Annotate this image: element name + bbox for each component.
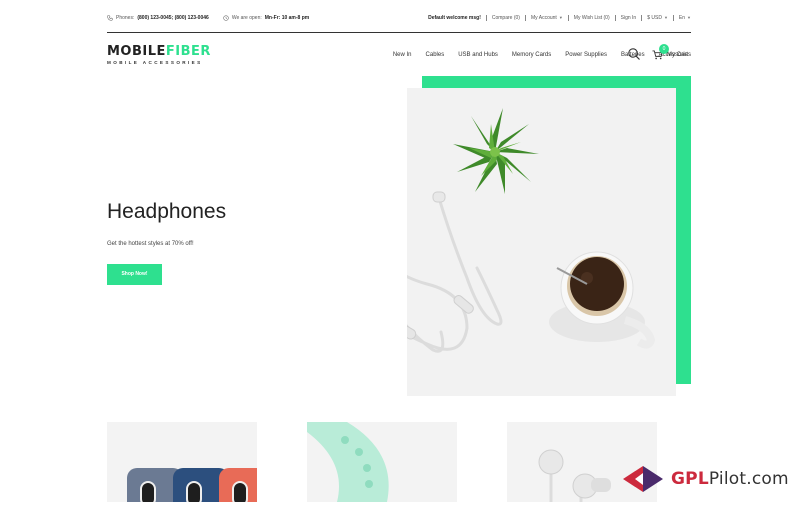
coffee-cup <box>549 251 656 349</box>
logo-part-1: MOBILE <box>107 44 166 59</box>
cart-label: My Cart <box>667 52 688 58</box>
divider <box>567 15 569 21</box>
logo-tagline: MOBILE ACCESSORIES <box>107 60 203 65</box>
category-card-watch-bands[interactable] <box>307 422 457 502</box>
hours-label: We are open: <box>231 15 262 21</box>
my-account-dropdown[interactable]: My Account ▼ <box>531 15 563 21</box>
top-utility-bar: Phones: (800) 123-0045; (800) 123-0046 W… <box>107 10 691 28</box>
logo-wordmark: MOBILEFIBER <box>107 45 211 58</box>
compare-link[interactable]: Compare (0) <box>492 15 520 21</box>
divider <box>485 15 487 21</box>
shop-now-button[interactable]: Shop Now! <box>107 264 162 285</box>
phone-cases-image <box>127 468 257 502</box>
sign-in-link[interactable]: Sign In <box>621 15 637 21</box>
nav-item-cables[interactable]: Cables <box>426 52 445 58</box>
watermark-suffix: Pilot.com <box>708 469 789 489</box>
phones-value: (800) 123-0045; (800) 123-0046 <box>137 15 209 21</box>
hours-value: Mn-Fr: 10 am-8 pm <box>264 15 310 21</box>
header-divider <box>107 32 691 33</box>
nav-item-new-in[interactable]: New In <box>393 52 412 58</box>
account-links: Default welcome msg! Compare (0) My Acco… <box>428 15 691 21</box>
currency-dropdown[interactable]: $ USD ▼ <box>647 15 668 21</box>
language-label: En <box>678 15 686 21</box>
nav-item-usb-and-hubs[interactable]: USB and Hubs <box>458 52 498 58</box>
watch-band-image <box>307 422 389 502</box>
header-icons <box>627 47 641 61</box>
hours-info: We are open: Mn-Fr: 10 am-8 pm <box>223 15 309 21</box>
hero-title: Headphones <box>107 200 227 223</box>
watermark-text: GPLPilot.com <box>671 469 789 489</box>
hero-image <box>407 88 676 396</box>
watermark-prefix: GPL <box>671 469 709 489</box>
chevron-down-icon: ▼ <box>663 15 668 20</box>
welcome-message: Default welcome msg! <box>428 15 481 21</box>
chevron-down-icon: ▼ <box>687 15 691 20</box>
main-navigation: New In Cables USB and Hubs Memory Cards … <box>393 52 691 58</box>
earphones <box>407 191 503 353</box>
logo-part-2: FIBER <box>165 44 211 59</box>
category-cards <box>107 422 658 502</box>
cart-count-badge: 0 <box>659 44 669 54</box>
divider <box>614 15 616 21</box>
clock-icon <box>223 15 229 21</box>
nav-item-power-supplies[interactable]: Power Supplies <box>565 52 607 58</box>
gplpilot-logo-icon <box>623 466 663 492</box>
divider <box>524 15 526 21</box>
divider <box>672 15 674 21</box>
succulent-plant <box>453 108 539 194</box>
phones-info: Phones: (800) 123-0045; (800) 123-0046 <box>107 15 209 21</box>
contact-info: Phones: (800) 123-0045; (800) 123-0046 W… <box>107 15 309 21</box>
wishlist-link[interactable]: My Wish List (0) <box>574 15 610 21</box>
phones-label: Phones: <box>116 15 135 21</box>
hero-subtitle: Get the hottest styles at 70% off! <box>107 241 194 247</box>
gplpilot-watermark: GPLPilot.com <box>623 466 789 492</box>
divider <box>641 15 643 21</box>
phone-icon <box>107 15 113 21</box>
search-icon[interactable] <box>627 47 641 61</box>
mini-cart[interactable]: 0 My Cart <box>652 44 688 60</box>
nav-item-memory-cards[interactable]: Memory Cards <box>512 52 551 58</box>
my-account-label: My Account <box>530 15 557 21</box>
hero-photo-illustration <box>407 108 656 353</box>
currency-label: $ USD <box>647 15 662 21</box>
chevron-down-icon: ▼ <box>558 15 563 20</box>
site-logo[interactable]: MOBILEFIBER MOBILE ACCESSORIES <box>107 45 211 65</box>
language-dropdown[interactable]: En ▼ <box>679 15 691 21</box>
category-card-phone-cases[interactable] <box>107 422 257 502</box>
